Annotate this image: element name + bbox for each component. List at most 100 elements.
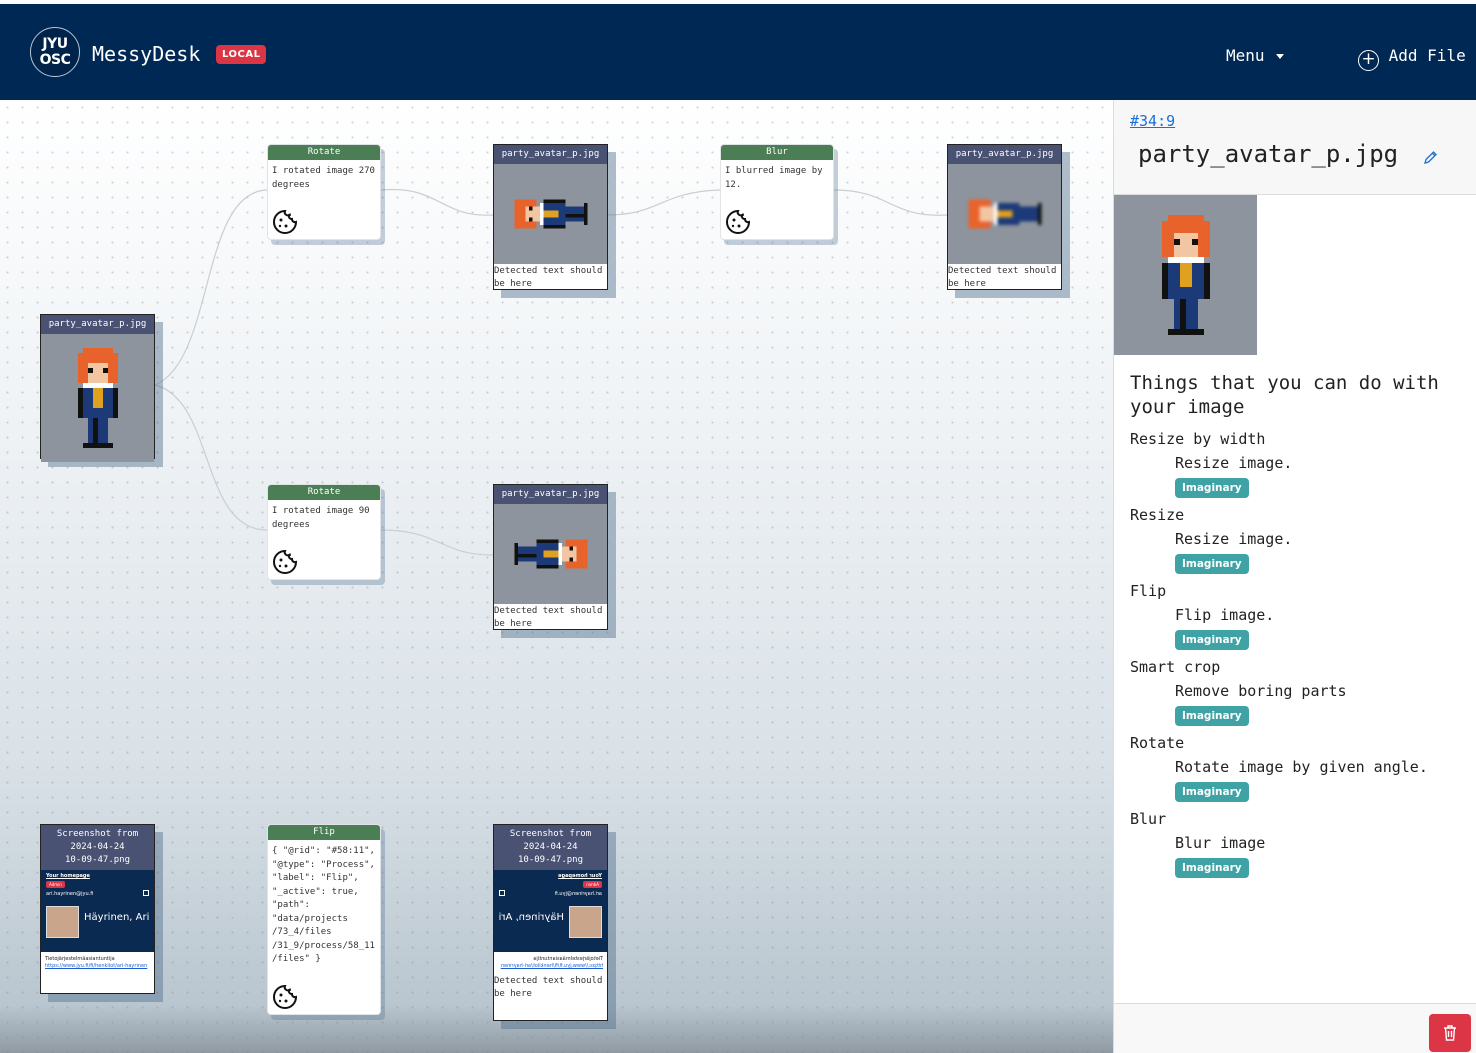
tool-name: Flip bbox=[1130, 582, 1167, 600]
cookie-icon bbox=[273, 984, 298, 1009]
tool-item-resize-by-width[interactable]: Resize by width Resize image. Imaginary bbox=[1130, 430, 1470, 506]
edge-screenshot-to-flip bbox=[154, 907, 268, 919]
process-title: Rotate bbox=[268, 485, 380, 500]
thumb-admin-badge: Admin bbox=[46, 881, 65, 888]
thumb-role: Tietojärjestelmäasiantuntija bbox=[533, 956, 603, 962]
chevron-down-icon bbox=[1276, 54, 1285, 59]
avatar-blurred bbox=[967, 199, 1042, 229]
process-node-flip[interactable]: Flip { "@rid": "#58:11", "@type": "Proce… bbox=[267, 824, 381, 1015]
avatar-rotated-right bbox=[513, 539, 588, 569]
file-node-title: party_avatar_p.jpg bbox=[948, 145, 1061, 164]
screenshot-thumbnail: Your homepage Admin ari.hayrinen@jyu.fi … bbox=[41, 870, 154, 952]
thumb-photo bbox=[569, 906, 602, 938]
thumb-email: ari.hayrinen@jyu.fi bbox=[554, 891, 602, 897]
thumb-homepage: Your homepage bbox=[558, 873, 602, 879]
thumb-footer: Tietojärjestelmäasiantuntija https://www… bbox=[494, 952, 607, 974]
tool-item-smart-crop[interactable]: Smart crop Remove boring parts Imaginary bbox=[1130, 658, 1470, 734]
tool-description: Flip image. bbox=[1175, 606, 1275, 624]
record-id-link[interactable]: #34:9 bbox=[1130, 112, 1175, 130]
file-node-title: party_avatar_p.jpg bbox=[494, 485, 607, 504]
tool-item-rotate[interactable]: Rotate Rotate image by given angle. Imag… bbox=[1130, 734, 1470, 810]
cookie-icon bbox=[273, 549, 298, 574]
thumb-role: Tietojärjestelmäasiantuntija bbox=[45, 956, 115, 962]
graph-canvas[interactable]: party_avatar_p.jpg Rotate I rotated imag… bbox=[0, 100, 1113, 1053]
image-thumbnail bbox=[41, 334, 154, 462]
cookie-icon bbox=[726, 209, 751, 234]
file-node-title: Screenshot from 2024-04-24 10-09-47.png bbox=[494, 825, 607, 870]
thumb-link: https://www.jyu.fi/fi/henkilot/ari-hayri… bbox=[45, 963, 148, 969]
edit-icon bbox=[143, 890, 149, 896]
avatar-rotated-left bbox=[513, 199, 588, 229]
detected-text: Detected text should be here bbox=[494, 606, 603, 629]
delete-button[interactable] bbox=[1429, 1014, 1471, 1052]
image-preview bbox=[1114, 195, 1257, 355]
process-node-blur[interactable]: Blur I blurred image by 12. bbox=[720, 144, 834, 240]
edge-rotate90-to-file bbox=[380, 529, 494, 556]
file-node-flipped[interactable]: Screenshot from 2024-04-24 10-09-47.png … bbox=[493, 824, 608, 1021]
menu-dropdown-button[interactable]: Menu bbox=[1226, 46, 1285, 65]
file-node-source[interactable]: party_avatar_p.jpg bbox=[40, 314, 155, 462]
tool-badge: Imaginary bbox=[1175, 782, 1249, 802]
file-node-screenshot[interactable]: Screenshot from 2024-04-24 10-09-47.png … bbox=[40, 824, 155, 994]
screenshot-thumbnail: Your homepage Admin ari.hayrinen@jyu.fi … bbox=[494, 870, 607, 952]
app-title[interactable]: MessyDesk bbox=[92, 42, 200, 66]
avatar-pixel-art bbox=[1161, 215, 1210, 335]
tool-description: Rotate image by given angle. bbox=[1175, 758, 1428, 776]
file-node-title: Screenshot from 2024-04-24 10-09-47.png bbox=[41, 825, 154, 870]
tool-name: Resize bbox=[1130, 506, 1185, 524]
panel-header: #34:9 party_avatar_p.jpg bbox=[1114, 100, 1476, 195]
thumb-person-name: Häyrinen, Ari bbox=[498, 912, 564, 923]
avatar-pixel-art bbox=[77, 348, 118, 448]
image-thumbnail bbox=[494, 504, 607, 604]
file-node-rotated-90[interactable]: party_avatar_p.jpg Detected text should … bbox=[493, 484, 608, 630]
tool-badge: Imaginary bbox=[1175, 478, 1249, 498]
thumb-link: https://www.jyu.fi/fi/henkilot/ari-hayri… bbox=[500, 963, 603, 969]
detected-text: Detected text should be here bbox=[494, 976, 603, 999]
tool-item-resize[interactable]: Resize Resize image. Imaginary bbox=[1130, 506, 1470, 582]
tool-item-flip[interactable]: Flip Flip image. Imaginary bbox=[1130, 582, 1470, 658]
edge-source-to-rotate270 bbox=[154, 189, 268, 386]
tool-name: Smart crop bbox=[1130, 658, 1221, 676]
details-panel: #34:9 party_avatar_p.jpg Things that you… bbox=[1113, 100, 1476, 1053]
edge-rotate270-to-file bbox=[380, 188, 494, 216]
thumb-footer: Tietojärjestelmäasiantuntija https://www… bbox=[41, 952, 154, 974]
file-node-blurred[interactable]: party_avatar_p.jpg Detected text should … bbox=[947, 144, 1062, 290]
tool-description: Resize image. bbox=[1175, 530, 1293, 548]
process-node-rotate-270[interactable]: Rotate I rotated image 270 degrees bbox=[267, 144, 381, 240]
cookie-icon bbox=[273, 209, 298, 234]
tool-item-blur[interactable]: Blur Blur image Imaginary bbox=[1130, 810, 1470, 886]
pencil-icon[interactable] bbox=[1422, 150, 1438, 166]
edge-flip-to-file bbox=[380, 917, 494, 923]
panel-footer bbox=[1114, 1003, 1476, 1053]
detected-text: Detected text should be here bbox=[948, 266, 1057, 289]
environment-badge: LOCAL bbox=[216, 45, 267, 64]
edge-source-to-rotate90 bbox=[154, 384, 268, 531]
tool-badge: Imaginary bbox=[1175, 706, 1249, 726]
image-thumbnail bbox=[494, 164, 607, 264]
file-node-title: party_avatar_p.jpg bbox=[41, 315, 154, 334]
tools-heading: Things that you can do with your image bbox=[1130, 372, 1439, 418]
thumb-admin-badge: Admin bbox=[583, 881, 602, 888]
process-description: I blurred image by 12. bbox=[725, 166, 823, 190]
menu-label: Menu bbox=[1226, 46, 1265, 65]
tools-list: Resize by width Resize image. Imaginary … bbox=[1130, 430, 1470, 886]
edge-blur-to-file bbox=[833, 189, 948, 216]
process-description: I rotated image 90 degrees bbox=[272, 506, 370, 530]
thumb-email: ari.hayrinen@jyu.fi bbox=[46, 891, 94, 897]
tool-badge: Imaginary bbox=[1175, 630, 1249, 650]
file-name-heading: party_avatar_p.jpg bbox=[1138, 140, 1399, 168]
process-node-rotate-90[interactable]: Rotate I rotated image 90 degrees bbox=[267, 484, 381, 580]
add-file-button[interactable]: + Add File bbox=[1358, 46, 1466, 71]
image-thumbnail bbox=[948, 164, 1061, 264]
add-file-label: Add File bbox=[1388, 46, 1466, 65]
jyu-osc-logo[interactable]: JYU OSC bbox=[30, 27, 80, 77]
process-description: I rotated image 270 degrees bbox=[272, 166, 375, 190]
tool-description: Blur image bbox=[1175, 834, 1266, 852]
tool-description: Remove boring parts bbox=[1175, 682, 1347, 700]
flipped-thumbnail: Your homepage Admin ari.hayrinen@jyu.fi … bbox=[494, 870, 607, 974]
tool-name: Resize by width bbox=[1130, 430, 1266, 448]
detected-text: Detected text should be here bbox=[494, 266, 603, 289]
file-node-rotated-270[interactable]: party_avatar_p.jpg Detected text should … bbox=[493, 144, 608, 290]
tool-badge: Imaginary bbox=[1175, 858, 1249, 878]
process-title: Blur bbox=[721, 145, 833, 160]
